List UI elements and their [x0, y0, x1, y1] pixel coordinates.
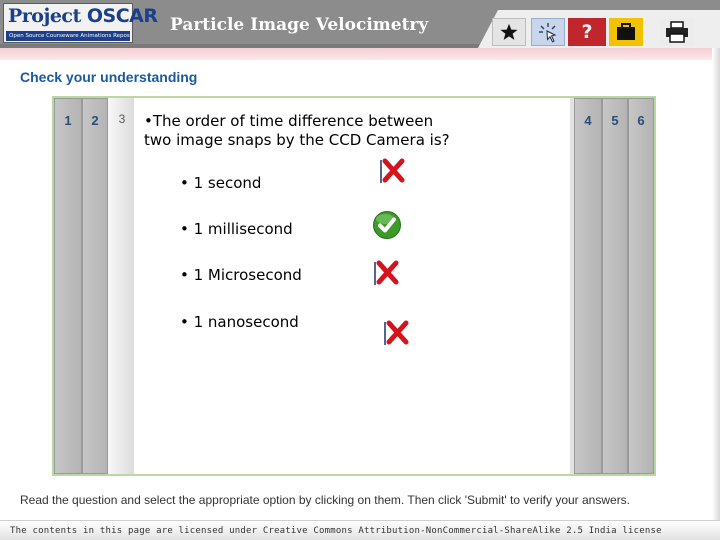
question-book: 1 2 3 4 5 6 •The order of time differenc… [52, 96, 656, 476]
cross-icon [384, 320, 409, 345]
briefcase-button[interactable] [609, 18, 643, 46]
page-edge-shadow [712, 48, 720, 540]
logo-oscar-text: OSCAR [86, 5, 158, 27]
option-1-second[interactable]: • 1 second [180, 174, 261, 192]
star-icon [500, 23, 518, 40]
tab-label: 1 [64, 113, 72, 128]
option-1-microsecond[interactable]: • 1 Microsecond [180, 266, 302, 284]
tab-label: 6 [637, 113, 645, 128]
option-1-nanosecond[interactable]: • 1 nanosecond [180, 313, 299, 331]
help-button[interactable]: ? [568, 18, 606, 46]
cross-icon [374, 260, 399, 285]
tab-1[interactable]: 1 [54, 98, 82, 474]
help-icon: ? [581, 21, 593, 43]
logo-wordmark: Project OSCAR [8, 5, 158, 27]
option-1-millisecond[interactable]: • 1 millisecond [180, 220, 293, 238]
star-button[interactable] [492, 18, 526, 46]
print-button[interactable] [660, 18, 694, 46]
cross-icon [380, 158, 405, 183]
footer-bar: The contents in this page are licensed u… [0, 520, 720, 540]
tab-4[interactable]: 4 [574, 98, 602, 474]
app-title: Particle Image Velocimetry [170, 15, 429, 35]
section-title: Check your understanding [20, 69, 198, 85]
license-text[interactable]: The contents in this page are licensed u… [10, 526, 662, 536]
header-accent-strip [0, 48, 720, 60]
tab-6[interactable]: 6 [628, 98, 654, 474]
tab-3-current[interactable]: 3 [110, 98, 134, 474]
instructions-text: Read the question and select the appropr… [20, 493, 631, 507]
pointer-icon [539, 23, 557, 43]
tab-5[interactable]: 5 [602, 98, 628, 474]
briefcase-icon [617, 23, 635, 40]
logo-project-text: Project [8, 5, 81, 27]
tab-label: 3 [118, 112, 126, 126]
check-icon [373, 211, 401, 239]
print-icon [666, 21, 688, 43]
tab-label: 2 [91, 113, 99, 128]
tab-label: 4 [584, 113, 592, 128]
pointer-button[interactable] [531, 18, 565, 46]
question-text: •The order of time difference between tw… [144, 112, 450, 149]
tab-label: 5 [611, 113, 619, 128]
logo-tagline: Open Source Courseware Animations Reposi… [6, 31, 130, 41]
project-oscar-logo[interactable]: Project OSCAR Open Source Courseware Ani… [3, 3, 158, 43]
tab-2[interactable]: 2 [82, 98, 108, 474]
